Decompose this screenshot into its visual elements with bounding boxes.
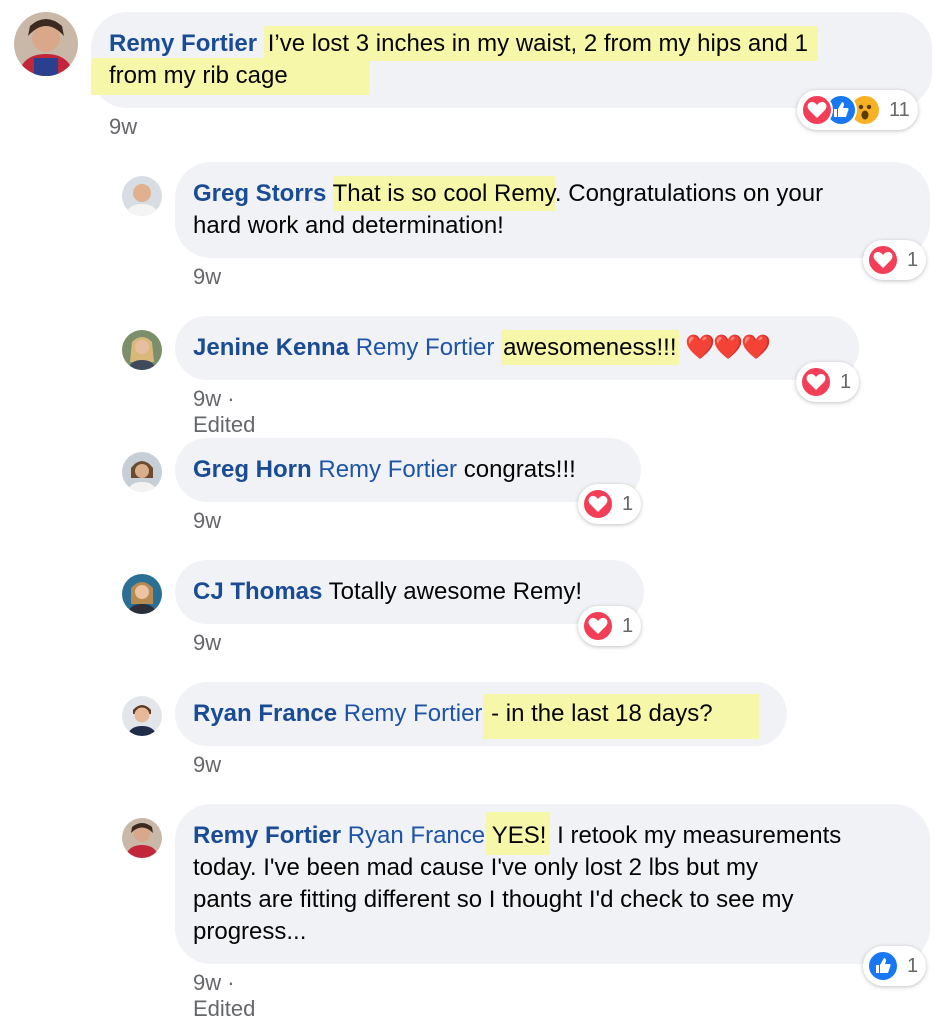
- comment-author[interactable]: Remy Fortier: [193, 822, 341, 849]
- reaction-count: 1: [622, 614, 634, 637]
- comment-timestamp[interactable]: 9w: [193, 508, 221, 534]
- comment-text: pants are fitting different so I thought…: [193, 886, 794, 913]
- comment-timestamp[interactable]: 9w · Edited: [193, 970, 255, 1022]
- reaction-summary[interactable]: 1: [578, 606, 642, 646]
- love-icon: [867, 244, 899, 276]
- like-icon: [867, 950, 899, 982]
- comment-text-highlight: awesomeness!!!: [501, 330, 679, 365]
- comment-bubble: Jenine Kenna Remy Fortier awesomeness!!!…: [175, 316, 859, 380]
- comment-author[interactable]: Ryan France: [193, 700, 337, 727]
- reaction-count: 11: [889, 98, 910, 121]
- reaction-summary[interactable]: 1: [863, 946, 927, 986]
- comment-author[interactable]: Greg Horn: [193, 456, 312, 483]
- reaction-summary[interactable]: 1: [863, 240, 927, 280]
- reaction-summary[interactable]: 1: [796, 362, 860, 402]
- comment-bubble: Remy Fortier Ryan France YES! I retook m…: [175, 804, 930, 964]
- avatar[interactable]: [122, 574, 162, 614]
- avatar[interactable]: [122, 330, 162, 370]
- comment-text: I retook my measurements: [550, 822, 842, 849]
- comment-author[interactable]: Remy Fortier: [109, 30, 257, 57]
- reaction-count: 1: [622, 492, 634, 515]
- avatar[interactable]: [14, 12, 78, 76]
- comment-timestamp[interactable]: 9w: [193, 630, 221, 656]
- avatar[interactable]: [122, 696, 162, 736]
- comment-bubble: CJ Thomas Totally awesome Remy!: [175, 560, 644, 624]
- comment-author[interactable]: Jenine Kenna: [193, 334, 349, 361]
- reaction-summary[interactable]: 11: [797, 90, 918, 130]
- comment-remy-fortier: Remy Fortier I’ve lost 3 inches in my wa…: [0, 0, 952, 150]
- comment-author[interactable]: CJ Thomas: [193, 578, 322, 605]
- comment-text: from my rib cage: [91, 58, 370, 95]
- comment-bubble: Greg Horn Remy Fortier congrats!!!: [175, 438, 641, 502]
- comment-text: today. I've been mad cause I've only los…: [193, 854, 759, 881]
- comment-timestamp[interactable]: 9w: [193, 264, 221, 290]
- comment-timestamp[interactable]: 9w: [109, 114, 137, 140]
- mention-link[interactable]: Remy Fortier: [318, 456, 457, 483]
- comment-text: hard work and determination!: [193, 212, 504, 239]
- mention-link[interactable]: Remy Fortier: [344, 700, 483, 727]
- avatar[interactable]: [122, 818, 162, 858]
- heart-emoji: ❤️❤️❤️: [685, 334, 771, 361]
- comment-author[interactable]: Greg Storrs: [193, 180, 326, 207]
- love-icon: [582, 610, 614, 642]
- mention-link[interactable]: Ryan France: [348, 822, 485, 849]
- comment-text: congrats!!!: [463, 456, 576, 483]
- reaction-count: 1: [907, 248, 919, 271]
- comment-text-highlight: YES!: [485, 812, 551, 855]
- comment-text: progress...: [193, 918, 307, 945]
- avatar-image: [14, 12, 78, 76]
- comment-text: I’ve lost 3 inches in my waist, 2 from m…: [263, 26, 818, 61]
- mention-link[interactable]: Remy Fortier: [356, 334, 495, 361]
- comment-text-highlight: That is so cool Remy: [332, 176, 555, 211]
- comment-text: . Congratulations on your: [554, 180, 824, 207]
- comment-timestamp[interactable]: 9w: [193, 752, 221, 778]
- reaction-count: 1: [840, 370, 852, 393]
- avatar[interactable]: [122, 176, 162, 216]
- comment-text-highlight: - in the last 18 days?: [483, 694, 759, 739]
- comment-timestamp[interactable]: 9w · Edited: [193, 386, 255, 438]
- comment-text: Totally awesome Remy!: [328, 578, 583, 605]
- avatar[interactable]: [122, 452, 162, 492]
- comment-bubble: Greg Storrs That is so cool Remy. Congra…: [175, 162, 930, 258]
- comment-bubble: Ryan France Remy Fortier - in the last 1…: [175, 682, 787, 746]
- love-icon: [582, 488, 614, 520]
- love-icon: [801, 94, 833, 126]
- reaction-summary[interactable]: 1: [578, 484, 642, 524]
- reaction-count: 1: [907, 954, 919, 977]
- love-icon: [800, 366, 832, 398]
